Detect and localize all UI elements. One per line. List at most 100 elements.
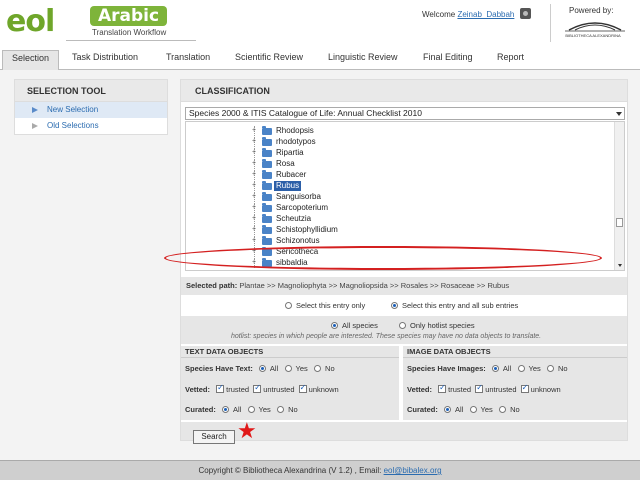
folder-icon: [262, 159, 272, 168]
image-untrusted-checkbox[interactable]: [475, 383, 484, 394]
select-entry-only-label: Select this entry only: [296, 301, 366, 310]
expand-icon[interactable]: +: [252, 160, 256, 167]
annotation-ellipse: [164, 246, 602, 270]
hotlist-species-radio[interactable]: [399, 321, 406, 329]
tab-translation[interactable]: Translation: [166, 52, 210, 62]
tree-node[interactable]: + Sanguisorba: [186, 192, 606, 202]
image-have-all-radio[interactable]: [491, 364, 499, 372]
tree-node-label: Rubacer: [276, 170, 307, 179]
username-link[interactable]: Zeinab_Dabbah: [457, 10, 514, 19]
text-curated-all-radio[interactable]: [221, 405, 229, 413]
tree-node-selected[interactable]: + Rubus: [186, 181, 606, 191]
image-have-no-radio[interactable]: [547, 364, 555, 372]
folder-icon: [262, 236, 272, 245]
old-selections-label: Old Selections: [47, 121, 99, 130]
tree-node-label: Rosa: [276, 159, 295, 168]
select-entry-only-option[interactable]: Select this entry only: [285, 301, 365, 310]
tree-node[interactable]: + Scheutzia: [186, 214, 606, 224]
all-species-option[interactable]: All species: [331, 321, 378, 330]
content-area: SELECTION TOOL New Selection Old Selecti…: [0, 70, 640, 460]
text-have-all-radio[interactable]: [258, 364, 266, 372]
expand-icon[interactable]: +: [252, 149, 256, 156]
scrollbar-thumb[interactable]: [616, 218, 623, 227]
expand-icon[interactable]: +: [252, 237, 256, 244]
image-curated-all-radio[interactable]: [443, 405, 451, 413]
arrow-right-icon: [32, 123, 38, 129]
expand-icon[interactable]: +: [252, 182, 256, 189]
expand-icon[interactable]: +: [252, 226, 256, 233]
selected-path-bar: Selected path: Plantae >> Magnoliophyta …: [181, 277, 627, 295]
select-all-sub-option[interactable]: Select this entry and all sub entries: [391, 301, 518, 310]
text-have-yes-radio[interactable]: [284, 364, 292, 372]
tree-node[interactable]: + rhodotypos: [186, 137, 606, 147]
select-all-sub-radio[interactable]: [391, 301, 398, 309]
selection-tool-title: SELECTION TOOL: [15, 80, 167, 102]
image-data-objects-section: IMAGE DATA OBJECTS Species Have Images: …: [403, 346, 627, 420]
classification-title: CLASSIFICATION: [181, 80, 627, 102]
catalogue-select[interactable]: Species 2000 & ITIS Catalogue of Life: A…: [185, 107, 625, 120]
eol-logo[interactable]: eol Arabic Translation Workflow: [6, 4, 206, 42]
tree-node-label: Schizonotus: [276, 236, 320, 245]
tab-report[interactable]: Report: [497, 52, 524, 62]
tree-node[interactable]: + Schistophyllidium: [186, 225, 606, 235]
expand-icon[interactable]: +: [252, 193, 256, 200]
text-curated-row: Curated: All Yes No: [185, 405, 298, 414]
tree-node[interactable]: + Schizonotus: [186, 236, 606, 246]
text-curated-no-radio[interactable]: [277, 405, 285, 413]
image-curated-no-label: No: [510, 405, 520, 414]
old-selections-link[interactable]: Old Selections: [15, 118, 167, 134]
image-curated-no-radio[interactable]: [499, 405, 507, 413]
text-have-yes-label: Yes: [295, 364, 308, 373]
text-unknown-checkbox[interactable]: [298, 383, 307, 394]
all-species-label: All species: [342, 321, 378, 330]
text-curated-yes-radio[interactable]: [247, 405, 255, 413]
logo-arabic-badge: Arabic: [90, 6, 168, 26]
expand-icon[interactable]: +: [252, 138, 256, 145]
image-unknown-label: unknown: [530, 385, 561, 394]
image-trusted-checkbox[interactable]: [438, 383, 447, 394]
expand-icon[interactable]: +: [252, 127, 256, 134]
image-untrusted-label: untrusted: [485, 385, 517, 394]
folder-icon: [262, 203, 272, 212]
image-curated-label: Curated:: [407, 405, 438, 414]
logout-icon[interactable]: [520, 8, 531, 19]
expand-icon[interactable]: +: [252, 204, 256, 211]
email-link[interactable]: eol@bibalex.org: [384, 466, 442, 475]
tab-linguistic-review[interactable]: Linguistic Review: [328, 52, 398, 62]
text-trusted-checkbox[interactable]: [216, 383, 225, 394]
tree-node[interactable]: + Rhodopsis: [186, 126, 606, 136]
folder-icon: [262, 148, 272, 157]
tree-node[interactable]: + Rosa: [186, 159, 606, 169]
image-curated-all-label: All: [454, 405, 464, 414]
tree-node-label: rhodotypos: [276, 137, 316, 146]
text-have-no-radio[interactable]: [314, 364, 322, 372]
text-untrusted-checkbox[interactable]: [253, 383, 262, 394]
image-have-yes-radio[interactable]: [517, 364, 525, 372]
tree-node[interactable]: + Ripartia: [186, 148, 606, 158]
bibalex-logo-text: BIBLIOTHECA ALEXANDRINA: [565, 33, 621, 38]
search-button[interactable]: Search: [193, 430, 235, 444]
tree-scrollbar[interactable]: [614, 122, 624, 270]
species-filter-box: All species Only hotlist species hotlist…: [181, 316, 627, 344]
select-entry-only-radio[interactable]: [285, 301, 292, 309]
app-header: eol Arabic Translation Workflow Welcome …: [0, 0, 640, 48]
image-curated-yes-radio[interactable]: [469, 405, 477, 413]
hotlist-species-option[interactable]: Only hotlist species: [399, 321, 475, 330]
tree-node[interactable]: + Rubacer: [186, 170, 606, 180]
tab-selection[interactable]: Selection: [2, 50, 60, 70]
text-data-objects-title: TEXT DATA OBJECTS: [181, 346, 399, 358]
new-selection-link[interactable]: New Selection: [15, 102, 167, 118]
image-vetted-label: Vetted:: [407, 385, 433, 394]
scroll-down-icon[interactable]: [618, 264, 622, 267]
all-species-radio[interactable]: [331, 321, 338, 329]
tab-task-distribution[interactable]: Task Distribution: [72, 52, 138, 62]
image-have-yes-label: Yes: [528, 364, 541, 373]
expand-icon[interactable]: +: [252, 171, 256, 178]
species-have-text-row: Species Have Text: All Yes No: [185, 364, 335, 373]
tab-final-editing[interactable]: Final Editing: [423, 52, 473, 62]
tree-node[interactable]: + Sarcopoterium: [186, 203, 606, 213]
tab-scientific-review[interactable]: Scientific Review: [235, 52, 303, 62]
image-unknown-checkbox[interactable]: [520, 383, 529, 394]
text-trusted-label: trusted: [226, 385, 250, 394]
expand-icon[interactable]: +: [252, 215, 256, 222]
